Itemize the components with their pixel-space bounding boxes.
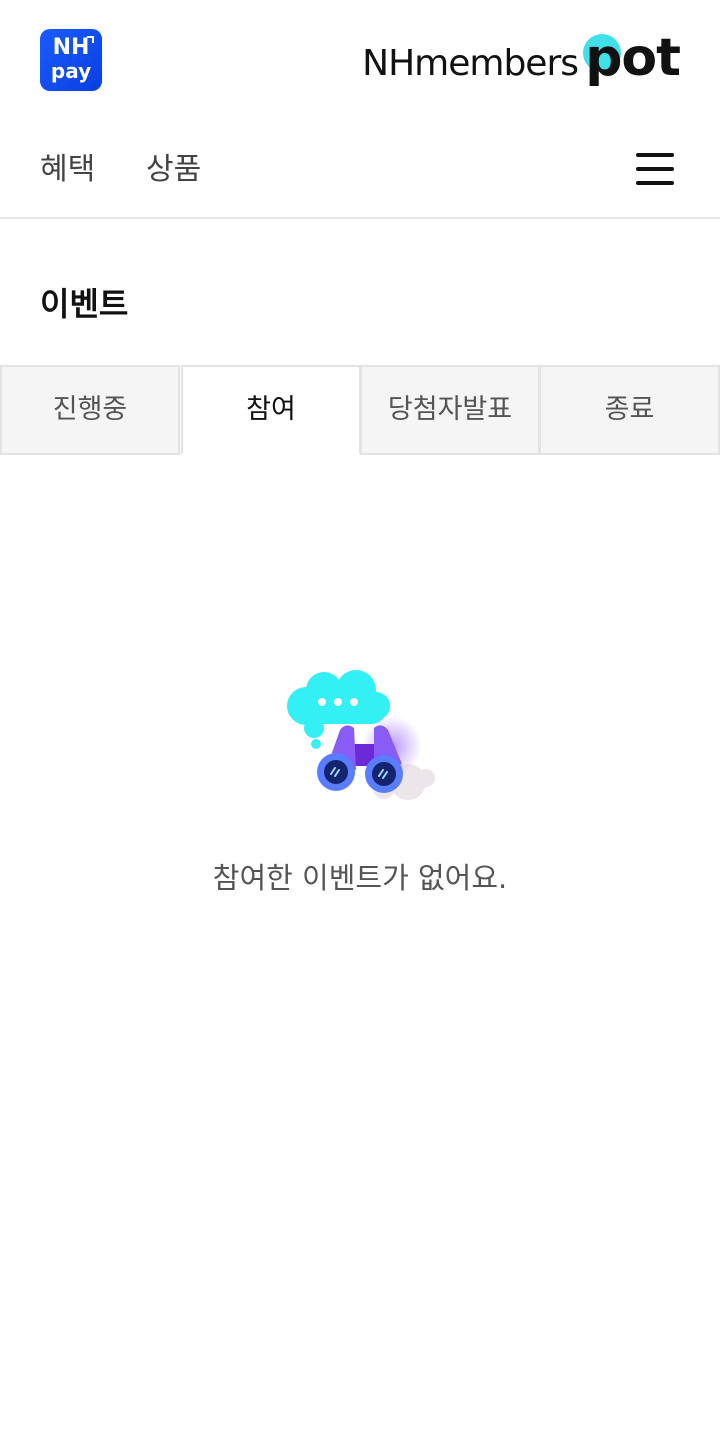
tab-participated[interactable]: 참여	[181, 365, 361, 455]
menu-line	[636, 153, 674, 157]
menu-line	[636, 167, 674, 171]
binoculars-thought-bubble-icon	[280, 664, 440, 814]
event-page: NH pay NHmembers pot 혜택 상품 이벤트 진행중 참여 당첨…	[0, 0, 720, 1440]
nhpay-logo[interactable]: NH pay	[40, 29, 102, 91]
nhmembers-pot-logo[interactable]: NHmembers pot	[360, 28, 681, 92]
brand-logo-members: NHmembers	[362, 43, 579, 84]
hamburger-menu-icon[interactable]	[636, 153, 674, 187]
nav-item-product[interactable]: 상품	[146, 150, 201, 190]
nhpay-logo-line1: NH	[52, 35, 90, 60]
nhpay-logo-line2: pay	[50, 59, 92, 83]
brand-logo-pot: pot	[585, 28, 681, 88]
nav-item-benefit[interactable]: 혜택	[40, 150, 95, 190]
event-tabs: 진행중 참여 당첨자발표 종료	[0, 365, 720, 455]
empty-illustration-svg	[287, 670, 435, 800]
tab-ongoing[interactable]: 진행중	[0, 365, 180, 455]
tab-ended[interactable]: 종료	[539, 365, 720, 455]
tab-winners[interactable]: 당첨자발표	[360, 365, 540, 455]
menu-line	[636, 181, 674, 185]
app-header: NH pay NHmembers pot	[0, 0, 720, 120]
empty-state-message: 참여한 이벤트가 없어요.	[212, 861, 508, 895]
main-nav: 혜택 상품	[0, 120, 720, 219]
page-title: 이벤트	[40, 285, 129, 323]
